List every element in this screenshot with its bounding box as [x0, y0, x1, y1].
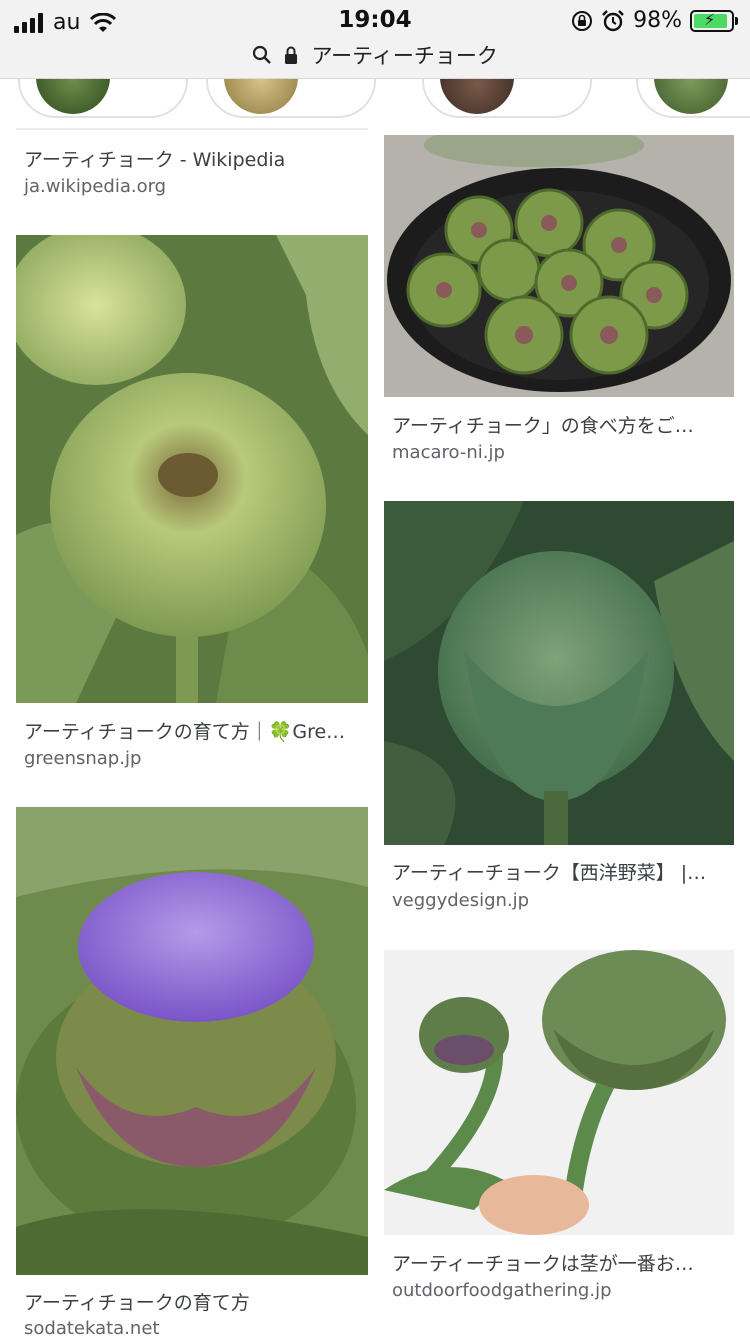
result-source: sodatekata.net	[24, 1318, 160, 1339]
artichoke-photo	[16, 235, 368, 703]
orientation-lock-icon	[572, 10, 593, 31]
result-source: greensnap.jp	[24, 748, 142, 769]
status-right: 98% ⚡	[571, 8, 738, 33]
related-chip[interactable]	[422, 78, 592, 118]
result-title[interactable]: アーティチョークの育て方	[24, 1288, 364, 1315]
lock-icon	[284, 46, 297, 64]
chip-thumbnail	[224, 78, 298, 114]
result-source: macaro-ni.jp	[392, 442, 505, 463]
result-title[interactable]: アーティチョーク」の食べ方をご…	[392, 411, 722, 438]
result-source: outdoorfoodgathering.jp	[392, 1280, 612, 1301]
battery-icon: ⚡	[690, 9, 738, 32]
artichokes-in-hand-photo	[384, 950, 734, 1235]
result-title[interactable]: アーティチョーク - Wikipedia	[24, 145, 364, 172]
related-chips	[0, 78, 750, 118]
result-image[interactable]	[384, 501, 734, 845]
artichoke-flower-photo	[16, 807, 368, 1275]
result-title[interactable]: アーティーチョークは茎が一番お…	[392, 1249, 722, 1276]
result-title[interactable]: アーティーチョーク【西洋野菜】 |…	[392, 858, 722, 885]
chip-thumbnail	[36, 78, 110, 114]
artichokes-in-bowl-photo	[384, 135, 734, 397]
related-chip[interactable]	[18, 78, 188, 118]
search-icon	[252, 45, 271, 64]
result-image[interactable]	[384, 950, 734, 1235]
result-source: veggydesign.jp	[392, 890, 530, 911]
chip-thumbnail	[440, 78, 514, 114]
status-bar: au 19:04 98% ⚡ アーティーチョーク	[0, 0, 750, 79]
related-chip[interactable]	[636, 78, 750, 118]
battery-percent: 98%	[633, 8, 682, 33]
chip-thumbnail	[654, 78, 728, 114]
result-image[interactable]	[16, 235, 368, 703]
related-chip[interactable]	[206, 78, 376, 118]
result-source: ja.wikipedia.org	[24, 176, 167, 197]
address-query: アーティーチョーク	[311, 44, 498, 68]
address-bar[interactable]: アーティーチョーク	[0, 40, 750, 70]
alarm-icon	[602, 9, 624, 31]
divider	[16, 128, 368, 130]
result-image[interactable]	[384, 135, 734, 397]
result-image[interactable]	[16, 807, 368, 1275]
result-title[interactable]: アーティチョークの育て方｜🍀Gre…	[24, 717, 364, 744]
artichoke-bud-photo	[384, 501, 734, 845]
